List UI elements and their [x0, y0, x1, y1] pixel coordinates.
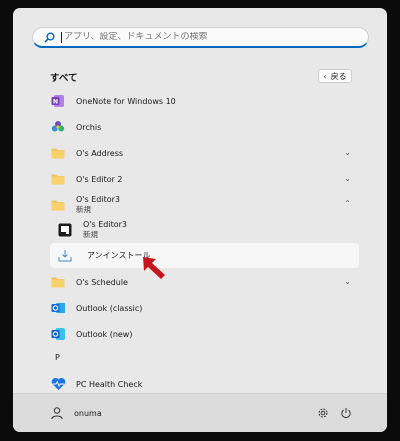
chevron-left-icon: ‹ [323, 71, 327, 81]
user-account-button[interactable]: onuma [50, 406, 102, 420]
app-item-onenote[interactable]: N OneNote for Windows 10 [43, 89, 359, 113]
start-footer: onuma [13, 393, 387, 432]
app-item-label: PC Health Check [76, 379, 143, 389]
app-item-label: Orchis [76, 122, 102, 132]
outlook-icon [50, 300, 66, 316]
folder-icon [50, 274, 66, 290]
uninstall-icon [57, 248, 73, 264]
app-item-label: Outlook (new) [76, 329, 133, 339]
folder-icon [50, 171, 66, 187]
folder-item-os-schedule[interactable]: O's Schedule ⌄ [43, 270, 359, 294]
text-caret [61, 31, 62, 43]
app-item-label: O's Editor3 [83, 220, 127, 229]
app-item-sublabel: 新規 [76, 205, 91, 214]
chevron-down-icon[interactable]: ⌄ [344, 277, 351, 286]
app-item-label: O's Editor3 [76, 195, 120, 204]
folder-icon [50, 145, 66, 161]
power-button[interactable] [339, 406, 353, 420]
outlook-new-icon [50, 326, 66, 342]
folder-icon [50, 197, 66, 213]
pointer-arrow-icon [143, 257, 165, 279]
search-icon [39, 27, 59, 47]
app-item-os-editor3[interactable]: O's Editor3 新規 [50, 218, 359, 242]
user-icon [50, 406, 64, 420]
folder-item-os-address[interactable]: O's Address ⌄ [43, 141, 359, 165]
app-item-sublabel: 新規 [83, 230, 98, 239]
all-apps-title: すべて [50, 73, 78, 84]
app-item-label: O's Schedule [76, 277, 128, 287]
svg-text:N: N [53, 98, 58, 105]
back-button[interactable]: ‹ 戻る [318, 69, 352, 83]
chevron-up-icon[interactable]: ⌃ [344, 199, 351, 208]
back-button-label: 戻る [330, 71, 347, 81]
start-menu-panel: すべて ‹ 戻る N OneNote for Windows 10 Orchis… [13, 8, 387, 432]
app-item-label: OneNote for Windows 10 [76, 96, 176, 106]
app-item-outlook-classic[interactable]: Outlook (classic) [43, 296, 359, 320]
search-input[interactable] [64, 32, 344, 42]
settings-button[interactable] [316, 406, 330, 420]
app-item-orchis[interactable]: Orchis [43, 115, 359, 139]
folder-item-os-editor3[interactable]: O's Editor3 新規 ⌃ [43, 193, 359, 217]
onenote-icon: N [50, 93, 66, 109]
power-icon [340, 407, 352, 419]
orchis-icon [50, 119, 66, 135]
app-item-label: O's Address [76, 148, 124, 158]
chevron-down-icon[interactable]: ⌄ [344, 174, 351, 183]
gear-icon [317, 407, 329, 419]
app-item-label: O's Editor 2 [76, 174, 123, 184]
folder-item-os-editor-2[interactable]: O's Editor 2 ⌄ [43, 167, 359, 191]
oseditor-app-icon [57, 222, 73, 238]
app-item-outlook-new[interactable]: Outlook (new) [43, 322, 359, 346]
health-check-icon [50, 376, 66, 392]
app-item-uninstall[interactable]: アンインストール [50, 243, 359, 268]
user-name: onuma [74, 408, 102, 418]
chevron-down-icon[interactable]: ⌄ [344, 148, 351, 157]
search-box[interactable] [32, 27, 369, 48]
letter-header[interactable]: P [55, 353, 60, 362]
app-item-label: Outlook (classic) [76, 303, 143, 313]
